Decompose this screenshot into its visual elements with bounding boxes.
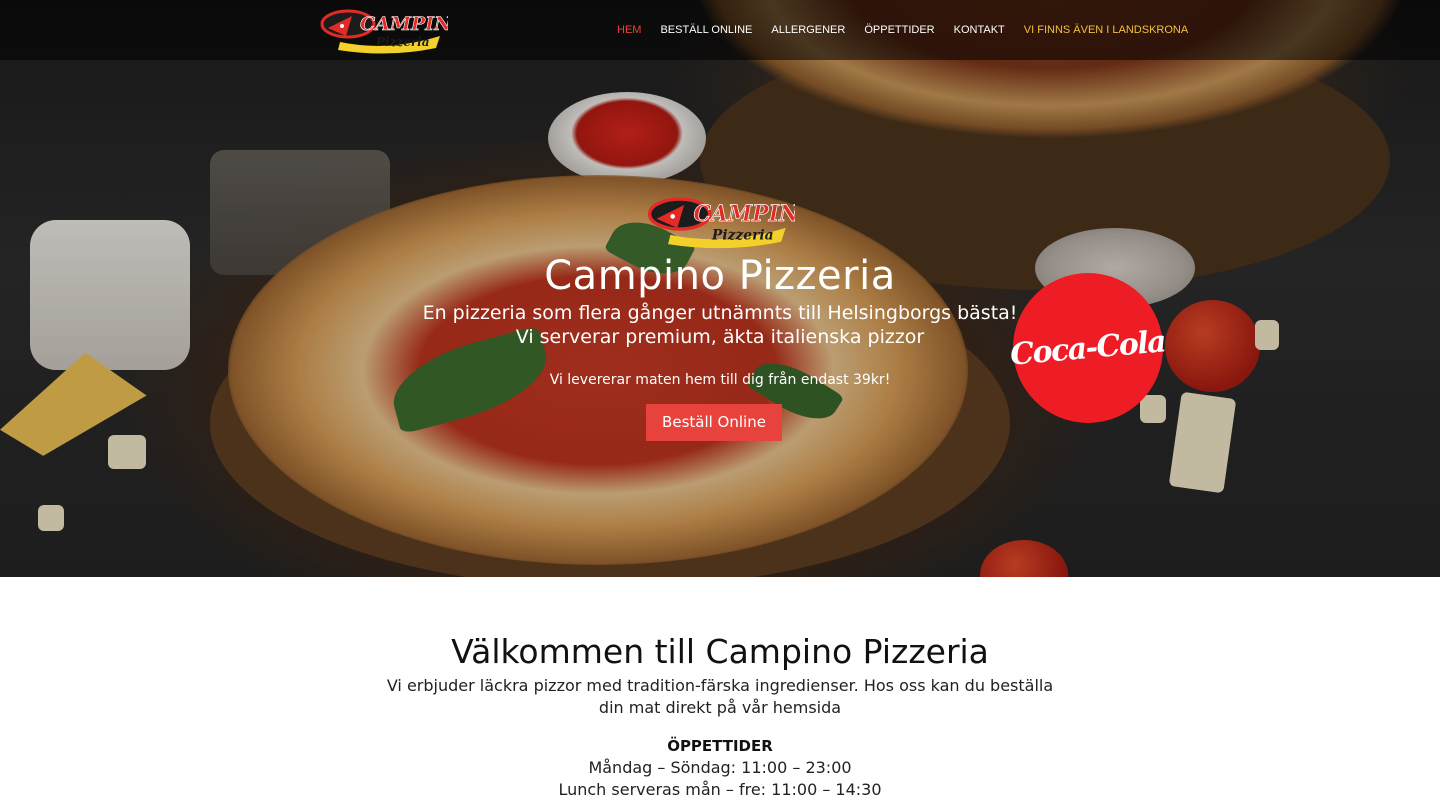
svg-text:CAMPINO: CAMPINO: [360, 13, 448, 35]
opening-hours-heading: ÖPPETTIDER: [667, 737, 773, 755]
hero-subtitle: En pizzeria som flera gånger utnämnts ti…: [0, 301, 1440, 349]
svg-text:CAMPINO: CAMPINO: [693, 201, 795, 227]
hero-subtitle-line: En pizzeria som flera gånger utnämnts ti…: [422, 302, 1018, 324]
svg-text:Pizzeria: Pizzeria: [375, 35, 430, 49]
nav-item-hem[interactable]: HEM: [617, 20, 641, 40]
welcome-heading: Välkommen till Campino Pizzeria: [451, 632, 989, 671]
nav-item-landskrona[interactable]: VI FINNS ÄVEN I LANDSKRONA: [1024, 20, 1188, 40]
hero-campino-logo: CAMPINO Pizzeria: [647, 197, 795, 249]
nav-item-kontakt[interactable]: KONTAKT: [954, 20, 1005, 40]
campino-logo[interactable]: CAMPINO Pizzeria: [318, 6, 448, 54]
coca-cola-badge: Coca-Cola: [1009, 273, 1167, 423]
nav-item-allergener[interactable]: ALLERGENER: [771, 20, 845, 40]
welcome-text: Vi erbjuder läckra pizzor med tradition-…: [386, 676, 1054, 717]
hero-subtitle-line: Vi serverar premium, äkta italienska piz…: [515, 326, 925, 348]
main-menu: HEM BESTÄLL ONLINE ALLERGENER ÖPPETTIDER…: [617, 20, 1188, 40]
hero-section: CAMPINO Pizzeria HEM BESTÄLL ONLINE ALLE…: [0, 0, 1440, 577]
order-online-button[interactable]: Beställ Online: [646, 404, 782, 441]
svg-text:Pizzeria: Pizzeria: [711, 227, 774, 243]
top-navigation-bar: CAMPINO Pizzeria HEM BESTÄLL ONLINE ALLE…: [0, 0, 1440, 60]
opening-hours-line: Måndag – Söndag: 11:00 – 23:00: [588, 758, 852, 777]
nav-item-oppettider[interactable]: ÖPPETTIDER: [864, 20, 934, 40]
nav-item-bestall-online[interactable]: BESTÄLL ONLINE: [660, 20, 752, 40]
lunch-hours-line: Lunch serveras mån – fre: 11:00 – 14:30: [558, 780, 882, 799]
hero-title: Campino Pizzeria: [544, 253, 896, 299]
coca-cola-logo-text: Coca-Cola: [1009, 323, 1167, 373]
delivery-text: Vi levererar maten hem till dig från end…: [549, 372, 891, 388]
